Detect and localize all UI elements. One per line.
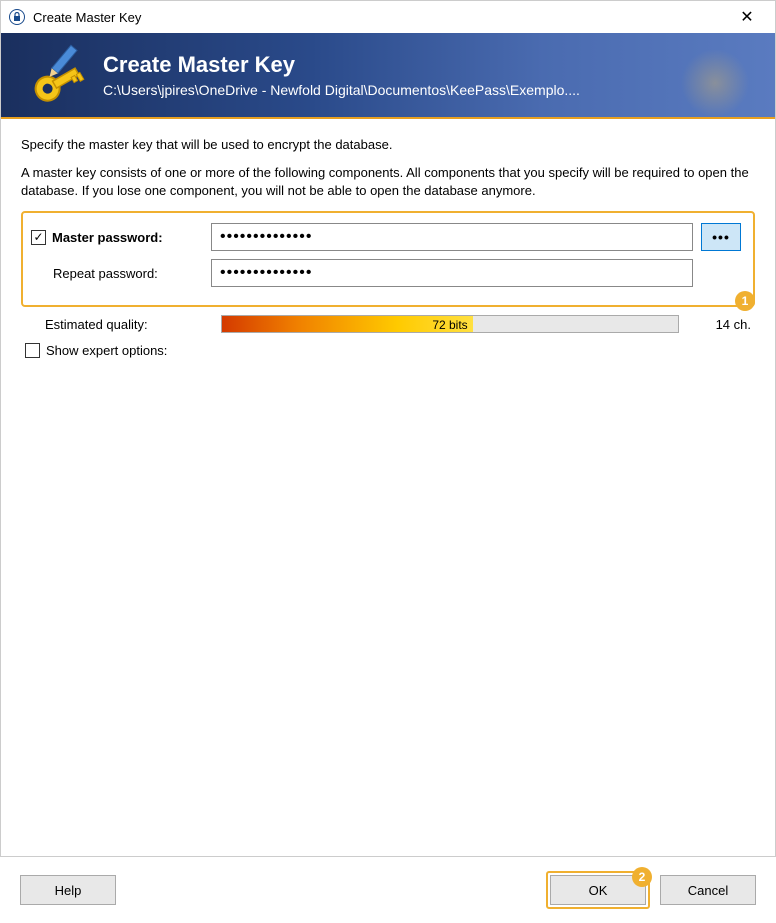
banner-text: Create Master Key C:\Users\jpires\OneDri… xyxy=(103,52,580,98)
intro-paragraph: A master key consists of one or more of … xyxy=(21,164,755,199)
banner: Create Master Key C:\Users\jpires\OneDri… xyxy=(1,33,775,119)
quality-label: Estimated quality: xyxy=(45,317,148,332)
footer: Help OK 2 Cancel xyxy=(0,856,776,923)
expert-options-label: Show expert options: xyxy=(46,343,167,358)
expert-options-checkbox[interactable] xyxy=(25,343,40,358)
quality-value: 72 bits xyxy=(222,316,678,333)
cancel-button[interactable]: Cancel xyxy=(660,875,756,905)
master-password-input[interactable] xyxy=(211,223,693,251)
close-icon[interactable]: ✕ xyxy=(727,7,767,27)
quality-bar: 72 bits xyxy=(221,315,679,333)
callout-badge-1: 1 xyxy=(735,291,755,311)
content: Specify the master key that will be used… xyxy=(1,119,775,368)
master-password-checkbox[interactable]: ✓ xyxy=(31,230,46,245)
repeat-password-label: Repeat password: xyxy=(53,266,158,281)
password-section-highlight: ✓ Master password: ••• Repeat password: … xyxy=(21,211,755,307)
lock-icon xyxy=(9,9,25,25)
ok-button-highlight: OK 2 xyxy=(546,871,650,909)
char-count: 14 ch. xyxy=(695,317,755,332)
window-title: Create Master Key xyxy=(33,10,727,25)
help-button[interactable]: Help xyxy=(20,875,116,905)
reveal-password-button[interactable]: ••• xyxy=(701,223,741,251)
titlebar: Create Master Key ✕ xyxy=(1,1,775,33)
banner-title: Create Master Key xyxy=(103,52,580,78)
intro-line: Specify the master key that will be used… xyxy=(21,137,755,152)
master-password-label: Master password: xyxy=(52,230,163,245)
callout-badge-2: 2 xyxy=(632,867,652,887)
banner-path: C:\Users\jpires\OneDrive - Newfold Digit… xyxy=(103,82,580,98)
repeat-password-input[interactable] xyxy=(211,259,693,287)
key-pencil-icon xyxy=(21,42,85,109)
